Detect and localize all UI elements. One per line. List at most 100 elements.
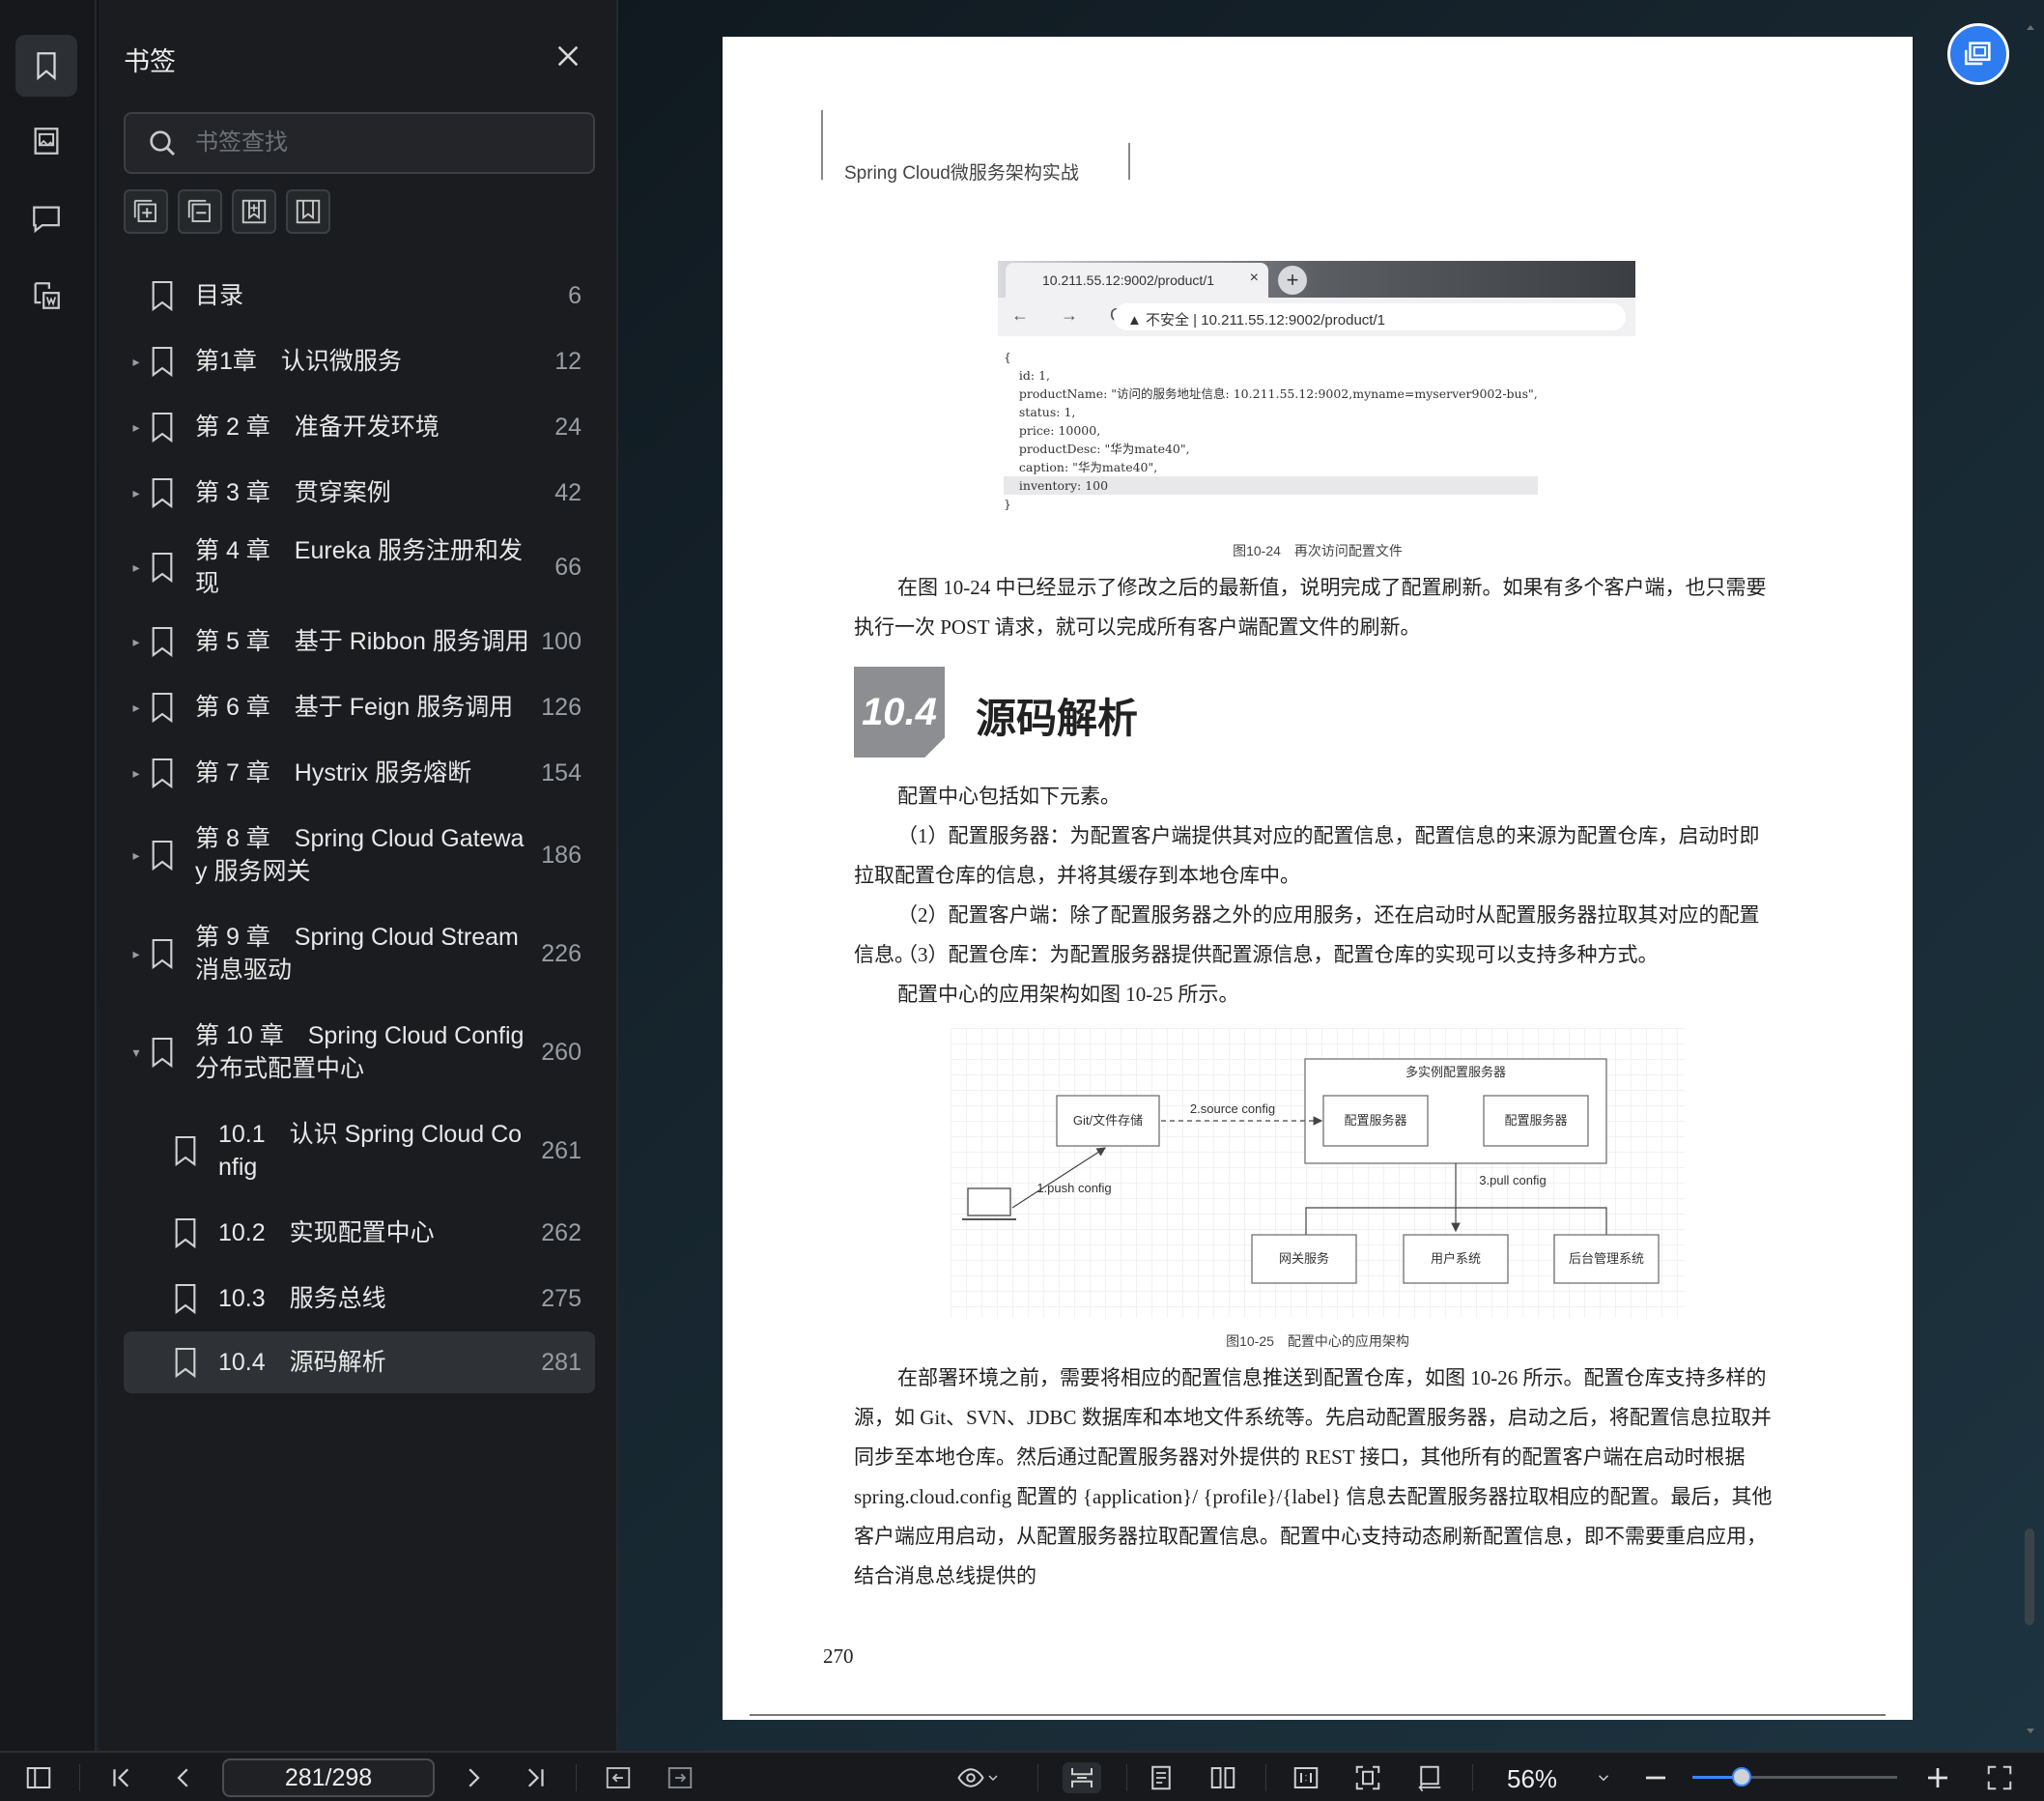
bookmark-label: 目录 [195,282,244,309]
collapse-arrow-icon[interactable]: ▸ [129,765,143,782]
back-history-icon [606,1767,631,1788]
bookmark-label: 10.4 源码解析 [218,1349,386,1376]
bookmark-icon [152,758,173,789]
collapse-arrow-icon[interactable]: ▸ [129,946,143,962]
bookmark-item[interactable]: ▸ 第 4 章 Eureka 服务注册和发现 66 [124,526,595,609]
close-icon[interactable] [554,43,582,70]
bookmark-item[interactable]: ▸ 第 9 章 Spring Cloud Stream 消息驱动 226 [124,904,595,1003]
zoom-in-button[interactable] [1922,1762,1953,1793]
fullscreen-icon [1987,1765,2012,1790]
new-tab-icon: + [1278,266,1307,295]
bookmark-item[interactable]: ▾ 第 10 章 Spring Cloud Config 分布式配置中心 260 [124,1003,595,1101]
bookmark-page-number: 262 [541,1218,582,1246]
bookmark-item[interactable]: 目录 6 [124,263,595,329]
comment-panel-button[interactable] [15,187,77,249]
toolbar-separator [1126,1764,1127,1791]
collapse-arrow-icon[interactable]: ▸ [129,634,143,650]
collapse-all-button[interactable] [178,189,222,234]
next-page-button[interactable] [458,1762,489,1793]
double-page-button[interactable] [1207,1762,1238,1793]
bookmark-item[interactable]: ▸ 第 2 章 准备开发环境 24 [124,394,595,460]
expand-all-button[interactable] [124,189,168,234]
bookmark-manage-button[interactable] [286,189,330,234]
bookmark-item[interactable]: ▸ 第 8 章 Spring Cloud Gateway 服务网关 186 [124,806,595,904]
actual-size-button[interactable] [1291,1762,1321,1793]
actual-size-icon [1293,1767,1319,1788]
last-page-icon [527,1768,544,1787]
collapse-all-icon [187,199,211,222]
bookmark-item[interactable]: ▸ 第 7 章 Hystrix 服务熔断 154 [124,740,595,806]
bookmark-search-input[interactable] [195,129,582,157]
bookmark-icon [175,1217,196,1249]
bookmark-icon [152,938,173,970]
single-page-button[interactable] [1146,1762,1177,1793]
bookmark-label: 10.1 认识 Spring Cloud Config [218,1121,523,1181]
plus-icon [1928,1768,1947,1787]
bookmark-item[interactable]: ▸ 第 3 章 贯穿案例 42 [124,460,595,526]
bookmark-icon [152,840,173,872]
section-number-badge: 10.4 [854,667,945,758]
toolbar-separator [1037,1764,1038,1791]
read-mode-dropdown[interactable] [954,1762,1003,1793]
bookmark-page-number: 126 [541,693,582,721]
bookmark-icon [152,692,173,724]
expand-arrow-icon[interactable]: ▾ [129,1044,143,1061]
bookmark-panel-button[interactable] [15,35,77,97]
bookmark-item[interactable]: ▸ 第 5 章 基于 Ribbon 服务调用 100 [124,609,595,674]
bookmark-label: 第 6 章 基于 Feign 服务调用 [195,694,514,721]
fit-width-button[interactable] [1063,1762,1101,1793]
add-bookmark-button[interactable] [232,189,276,234]
bookmark-icon [152,280,173,312]
panel-title: 书签 [124,47,176,76]
scroll-down-icon[interactable] [2023,1724,2038,1739]
scroll-up-icon[interactable] [2023,19,2038,35]
collapse-arrow-icon[interactable]: ▸ [129,485,143,501]
client-label: 网关服务 [1279,1251,1329,1266]
bookmark-item[interactable]: 10.2 实现配置中心 262 [124,1200,595,1266]
vertical-scrollbar[interactable] [2023,19,2038,1739]
rotate-page-button[interactable] [1414,1762,1445,1793]
toolbar-separator [576,1764,577,1791]
collapse-arrow-icon[interactable]: ▸ [129,559,143,576]
bookmark-label: 第 7 章 Hystrix 服务熔断 [195,759,472,786]
image-icon [34,128,59,155]
header-rule [821,110,823,180]
fullscreen-button[interactable] [1984,1762,2015,1793]
collapse-arrow-icon[interactable]: ▸ [129,847,143,864]
first-page-button[interactable] [106,1762,137,1793]
zoom-level[interactable]: 56% [1507,1764,1557,1794]
page-number: 270 [823,1644,854,1668]
fit-page-button[interactable] [1352,1762,1383,1793]
prev-page-button[interactable] [168,1762,199,1793]
bookmark-item[interactable]: 10.3 服务总线 275 [124,1266,595,1331]
history-back-button[interactable] [603,1762,634,1793]
figure-caption: 图10-24 再次访问配置文件 [1233,543,1403,558]
laptop-icon [967,1187,1011,1216]
bookmark-page-number: 186 [541,841,582,869]
bookmark-item[interactable]: 10.1 认识 Spring Cloud Config 261 [124,1101,595,1200]
eye-icon [957,1768,984,1787]
pull-config-label: 3.pull config [1479,1173,1546,1187]
floating-convert-button[interactable] [1947,23,2009,85]
zoom-out-button[interactable] [1640,1762,1671,1793]
bookmark-page-number: 260 [541,1038,582,1066]
bookmark-label: 第 4 章 Eureka 服务注册和发现 [195,537,523,597]
collapse-arrow-icon[interactable]: ▸ [129,354,143,370]
thumbnail-panel-button[interactable] [15,110,77,172]
page-number-input[interactable] [222,1758,435,1797]
zoom-slider-handle[interactable] [1732,1767,1752,1787]
toggle-sidebar-button[interactable] [23,1762,54,1793]
bookmark-page-number: 100 [541,627,582,655]
collapse-arrow-icon[interactable]: ▸ [129,419,143,436]
extract-panel-button[interactable] [15,265,77,327]
bookmark-item[interactable]: ▸ 第1章 认识微服务 12 [124,329,595,394]
paragraph: 配置中心的应用架构如图 10-25 所示。 [897,983,1239,1006]
zoom-dropdown-button[interactable] [1588,1762,1619,1793]
bookmark-item[interactable]: 10.4 源码解析 281 [124,1331,595,1393]
scrollbar-thumb[interactable] [2025,1529,2034,1625]
bookmark-item[interactable]: ▸ 第 6 章 基于 Feign 服务调用 126 [124,674,595,740]
history-forward-button[interactable] [665,1762,696,1793]
last-page-button[interactable] [520,1762,551,1793]
bookmark-page-number: 6 [568,281,582,309]
collapse-arrow-icon[interactable]: ▸ [129,700,143,716]
